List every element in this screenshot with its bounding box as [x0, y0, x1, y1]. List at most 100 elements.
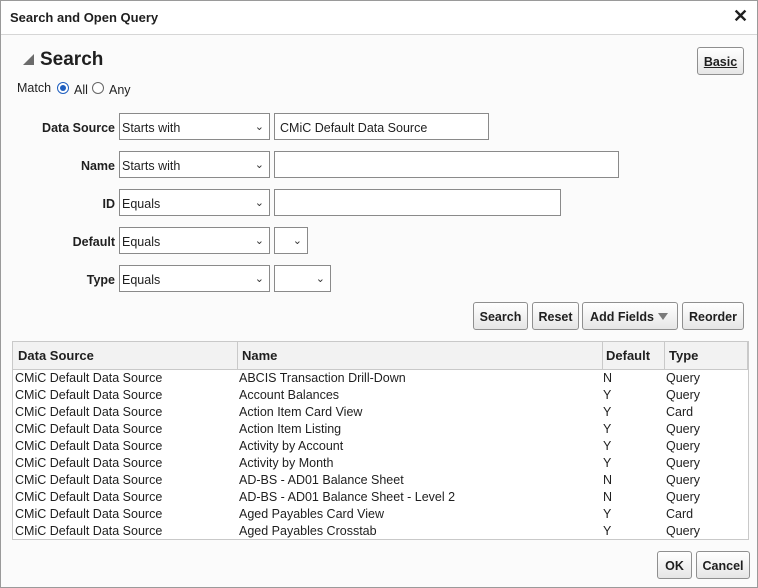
table-row[interactable]: CMiC Default Data Source Activity by Acco… [13, 438, 748, 455]
default-label: Default [72, 235, 115, 249]
row-name-cell: Activity by Month [239, 456, 334, 470]
column-divider [747, 342, 748, 369]
table-row[interactable]: CMiC Default Data Source Action Item Card… [13, 404, 748, 421]
data-source-operator-select[interactable]: Starts with ⌄ [119, 113, 270, 140]
id-operator-value: Equals [122, 197, 161, 211]
match-all-label: All [74, 83, 88, 97]
row-type-cell: Card [666, 507, 694, 521]
row-name-cell: Account Balances [239, 388, 340, 402]
table-row[interactable]: CMiC Default Data Source ABCIS Transactio… [13, 370, 748, 387]
row-default-cell: Y [603, 439, 612, 453]
row-data-source-cell: CMiC Default Data Source [15, 405, 163, 419]
row-type-cell: Query [666, 439, 701, 453]
basic-button[interactable]: Basic [697, 47, 744, 75]
row-name-cell: Aged Payables Crosstab [239, 524, 377, 538]
type-value-select[interactable]: ⌄ [274, 265, 331, 292]
row-name-cell: Action Item Listing [239, 422, 342, 436]
row-name-cell: AD-BS - AD01 Balance Sheet [239, 473, 404, 487]
row-default-cell: Y [603, 422, 612, 436]
dialog-title: Search and Open Query [10, 10, 159, 25]
row-default-cell: Y [603, 456, 612, 470]
row-data-source-cell: CMiC Default Data Source [15, 371, 163, 385]
row-type-cell: Query [666, 456, 701, 470]
column-divider [664, 342, 665, 369]
data-source-value-input[interactable]: CMiC Default Data Source [274, 113, 489, 140]
row-type-cell: Query [666, 490, 701, 504]
type-operator-select[interactable]: Equals ⌄ [119, 265, 270, 292]
table-row[interactable]: CMiC Default Data Source Action Item List… [13, 421, 748, 438]
row-name-cell: Action Item Card View [239, 405, 363, 419]
row-default-cell: Y [603, 507, 612, 521]
column-header-type[interactable]: Type [669, 348, 698, 363]
chevron-down-icon: ⌄ [254, 159, 264, 171]
add-fields-label: Add Fields [590, 310, 654, 324]
close-icon[interactable]: ✕ [733, 7, 748, 25]
chevron-down-icon: ⌄ [254, 235, 264, 247]
table-row[interactable]: CMiC Default Data Source Activity by Mont… [13, 455, 748, 472]
row-name-cell: Activity by Account [239, 439, 344, 453]
row-type-cell: Query [666, 388, 701, 402]
table-row[interactable]: CMiC Default Data Source AD-BS - AD01 Bal… [13, 489, 748, 506]
collapse-triangle-icon[interactable] [23, 54, 34, 65]
row-data-source-cell: CMiC Default Data Source [15, 422, 163, 436]
name-value-input[interactable] [274, 151, 619, 178]
row-default-cell: N [603, 371, 613, 385]
match-label: Match [17, 81, 52, 95]
column-divider [237, 342, 238, 369]
row-default-cell: N [603, 473, 613, 487]
row-type-cell: Card [666, 405, 694, 419]
table-row[interactable]: CMiC Default Data Source AD-BS - AD01 Bal… [13, 472, 748, 489]
column-header-name[interactable]: Name [242, 348, 277, 363]
row-data-source-cell: CMiC Default Data Source [15, 456, 163, 470]
results-table: Data Source Name Default Type CMiC Defau… [12, 341, 749, 540]
id-value-input[interactable] [274, 189, 561, 216]
name-operator-select[interactable]: Starts with ⌄ [119, 151, 270, 178]
match-all-radio[interactable] [57, 82, 69, 94]
row-data-source-cell: CMiC Default Data Source [15, 473, 163, 487]
row-default-cell: Y [603, 388, 612, 402]
reset-button[interactable]: Reset [532, 302, 579, 330]
id-operator-select[interactable]: Equals ⌄ [119, 189, 270, 216]
cancel-button[interactable]: Cancel [696, 551, 750, 579]
chevron-down-icon: ⌄ [292, 235, 302, 247]
table-row[interactable]: CMiC Default Data Source Account Balances… [13, 387, 748, 404]
chevron-down-icon: ⌄ [254, 197, 264, 209]
table-row[interactable]: CMiC Default Data Source Aged Payables Ca… [13, 506, 748, 523]
type-operator-value: Equals [122, 273, 161, 287]
chevron-down-icon: ⌄ [254, 121, 264, 133]
row-data-source-cell: CMiC Default Data Source [15, 524, 163, 538]
row-type-cell: Query [666, 371, 701, 385]
default-operator-select[interactable]: Equals ⌄ [119, 227, 270, 254]
data-source-label: Data Source [42, 121, 115, 135]
chevron-down-icon: ⌄ [254, 273, 264, 285]
reorder-button[interactable]: Reorder [682, 302, 744, 330]
row-type-cell: Query [666, 524, 701, 538]
search-button[interactable]: Search [473, 302, 528, 330]
table-row[interactable]: CMiC Default Data Source Aged Payables Cr… [13, 523, 748, 539]
default-operator-value: Equals [122, 235, 161, 249]
data-source-operator-value: Starts with [122, 121, 181, 135]
column-header-data-source[interactable]: Data Source [18, 348, 94, 363]
row-data-source-cell: CMiC Default Data Source [15, 388, 163, 402]
default-value-select[interactable]: ⌄ [274, 227, 308, 254]
row-type-cell: Query [666, 422, 701, 436]
add-fields-button[interactable]: Add Fields [582, 302, 678, 330]
row-name-cell: Aged Payables Card View [239, 507, 384, 521]
dropdown-arrow-icon [658, 313, 668, 320]
search-open-query-dialog: Search and Open Query ✕ Search Basic Mat… [0, 0, 758, 588]
row-data-source-cell: CMiC Default Data Source [15, 507, 163, 521]
dialog-titlebar: Search and Open Query ✕ [1, 1, 757, 35]
ok-button[interactable]: OK [657, 551, 692, 579]
type-label: Type [86, 273, 115, 287]
match-any-radio[interactable] [92, 82, 104, 94]
id-label: ID [102, 197, 116, 211]
row-name-cell: ABCIS Transaction Drill-Down [239, 371, 406, 385]
row-data-source-cell: CMiC Default Data Source [15, 490, 163, 504]
column-header-default[interactable]: Default [606, 348, 650, 363]
search-heading: Search [40, 49, 104, 70]
row-default-cell: Y [603, 405, 612, 419]
chevron-down-icon: ⌄ [315, 273, 325, 285]
row-data-source-cell: CMiC Default Data Source [15, 439, 163, 453]
match-any-label: Any [109, 83, 131, 97]
table-header: Data Source Name Default Type [13, 342, 748, 370]
